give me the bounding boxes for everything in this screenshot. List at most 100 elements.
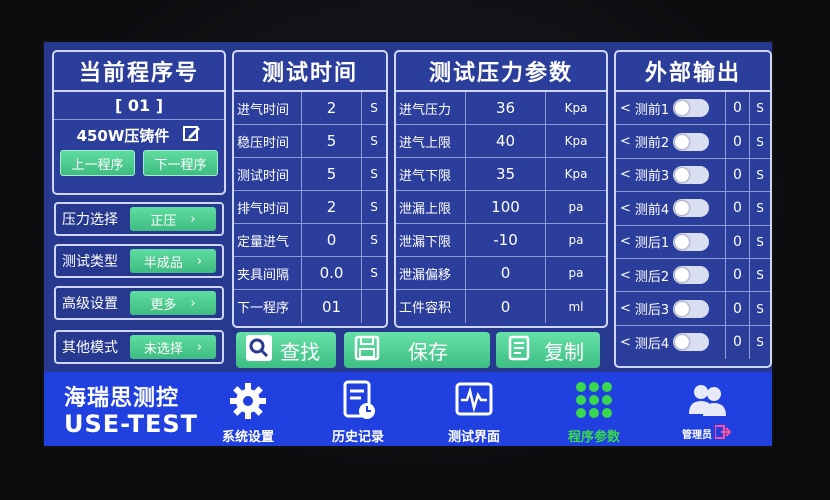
pressure-value[interactable]: 100: [466, 191, 546, 223]
nav-test-label: 测试界面: [448, 430, 501, 445]
test-time-row: 下一程序 01: [234, 290, 386, 323]
output-value[interactable]: 0: [726, 158, 750, 192]
output-row: < 测前4 0 S: [616, 192, 770, 226]
test-time-row: 定量进气 0 S: [234, 224, 386, 257]
pressure-select-button[interactable]: 正压 ›: [130, 207, 216, 231]
output-label-cell: < 测前3: [616, 158, 726, 192]
copy-button[interactable]: 复制: [496, 332, 600, 368]
pressure-unit: Kpa: [564, 101, 588, 115]
output-toggle[interactable]: [673, 232, 710, 251]
chevron-left-icon[interactable]: <: [620, 134, 631, 149]
pressure-select-label: 压力选择: [62, 212, 118, 228]
pressure-row: 泄漏上限 100 pa: [396, 191, 606, 224]
save-label: 保存: [408, 339, 448, 364]
output-value[interactable]: 0: [726, 258, 750, 292]
pressure-label: 进气压力: [396, 92, 466, 124]
pressure-value[interactable]: -10: [466, 224, 546, 256]
other-mode-button[interactable]: 未选择 ›: [130, 335, 216, 359]
output-toggle[interactable]: [673, 299, 710, 318]
test-time-unit: S: [370, 134, 378, 148]
pressure-value[interactable]: 35: [466, 158, 546, 190]
nav-system-label: 系统设置: [222, 430, 275, 445]
output-toggle[interactable]: [673, 333, 710, 352]
pressure-value[interactable]: 0: [466, 290, 546, 323]
search-icon: [246, 334, 272, 366]
output-label-cell: < 测前1: [616, 92, 726, 125]
output-unit: S: [756, 134, 764, 149]
edit-icon[interactable]: [183, 124, 201, 146]
pressure-label: 进气上限: [396, 125, 466, 157]
chevron-right-icon: ›: [196, 339, 203, 355]
test-time-label: 定量进气: [234, 224, 302, 256]
logout-icon[interactable]: [714, 425, 732, 442]
output-unit: S: [756, 101, 764, 116]
test-time-title: 测试时间: [234, 52, 386, 92]
test-time-label: 排气时间: [234, 191, 302, 223]
search-button[interactable]: 查找: [236, 332, 336, 368]
nav-history-label: 历史记录: [332, 430, 385, 445]
pressure-label: 泄漏上限: [396, 191, 466, 223]
chevron-left-icon[interactable]: <: [620, 335, 631, 350]
output-value[interactable]: 0: [726, 292, 750, 325]
chevron-right-icon: ›: [190, 211, 196, 227]
nav-history[interactable]: 历史记录: [332, 380, 384, 445]
nav-system-settings[interactable]: 系统设置: [222, 380, 274, 445]
chevron-left-icon[interactable]: <: [620, 268, 631, 283]
chevron-left-icon[interactable]: <: [620, 201, 631, 216]
pressure-title: 测试压力参数: [396, 52, 606, 92]
test-time-value[interactable]: 01: [302, 290, 362, 323]
save-button[interactable]: 保存: [344, 332, 490, 368]
test-time-label: 夹具间隔: [234, 257, 302, 289]
pressure-row: 泄漏下限 -10 pa: [396, 224, 606, 257]
test-time-row: 夹具间隔 0.0 S: [234, 257, 386, 290]
chevron-left-icon[interactable]: <: [620, 167, 631, 182]
pressure-value[interactable]: 40: [466, 125, 546, 157]
pressure-value[interactable]: 0: [466, 257, 546, 289]
test-time-value[interactable]: 2: [302, 92, 362, 124]
output-value[interactable]: 0: [726, 225, 750, 258]
output-row: < 测前2 0 S: [616, 125, 770, 159]
output-toggle[interactable]: [673, 266, 710, 285]
pressure-row: 泄漏偏移 0 pa: [396, 257, 606, 290]
pressure-row: 进气下限 35 Kpa: [396, 158, 606, 191]
output-label: 测后1: [634, 236, 670, 252]
test-time-unit: S: [370, 101, 378, 115]
chevron-left-icon[interactable]: <: [620, 101, 631, 116]
chevron-right-icon: ›: [196, 253, 203, 269]
pressure-value[interactable]: 36: [466, 92, 546, 124]
other-mode-value: 未选择: [143, 341, 183, 357]
next-program-button[interactable]: 下一程序: [143, 150, 218, 176]
output-label-cell: < 测前4: [616, 192, 726, 225]
test-time-value[interactable]: 2: [302, 191, 362, 223]
output-toggle[interactable]: [673, 165, 710, 184]
test-time-value[interactable]: 5: [302, 158, 362, 190]
advanced-settings-button[interactable]: 更多 ›: [130, 291, 216, 315]
test-time-value[interactable]: 0: [302, 224, 362, 256]
output-toggle[interactable]: [673, 99, 710, 118]
nav-admin[interactable]: 管理员: [682, 380, 732, 442]
output-label: 测前4: [634, 202, 670, 218]
test-time-value[interactable]: 5: [302, 125, 362, 157]
output-unit: S: [756, 201, 764, 216]
output-row: < 测后2 0 S: [616, 258, 770, 293]
nav-admin-label-row: 管理员: [682, 425, 732, 442]
pressure-unit: pa: [568, 233, 584, 247]
program-name: 450W压铸件: [76, 126, 170, 145]
test-time-unit: S: [370, 233, 378, 247]
test-time-value[interactable]: 0.0: [302, 257, 362, 289]
output-value[interactable]: 0: [726, 325, 750, 360]
output-toggle[interactable]: [673, 132, 710, 151]
other-mode-row: 其他模式 未选择 ›: [54, 330, 224, 364]
nav-program-label: 程序参数: [568, 430, 621, 445]
nav-program-params[interactable]: 程序参数: [568, 380, 620, 445]
test-type-button[interactable]: 半成品 ›: [130, 249, 216, 273]
nav-test-screen[interactable]: 测试界面: [448, 380, 500, 445]
chevron-left-icon[interactable]: <: [620, 301, 631, 316]
prev-program-button[interactable]: 上一程序: [60, 150, 135, 176]
chevron-left-icon[interactable]: <: [620, 234, 631, 249]
output-value[interactable]: 0: [726, 192, 750, 225]
output-value[interactable]: 0: [726, 125, 750, 158]
program-number[interactable]: [ 01 ]: [54, 92, 224, 120]
output-toggle[interactable]: [673, 199, 710, 218]
output-value[interactable]: 0: [726, 92, 750, 125]
